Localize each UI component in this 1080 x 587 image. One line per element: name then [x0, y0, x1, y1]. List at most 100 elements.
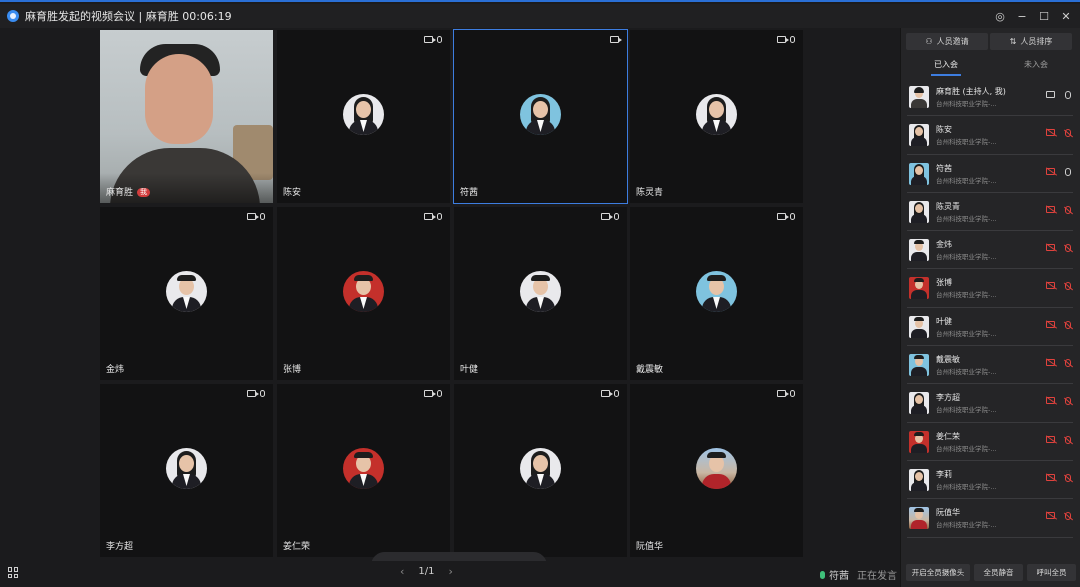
list-item[interactable]: 符茜 台州科技职业学院-... — [907, 155, 1073, 193]
tile-status-icons — [610, 36, 622, 43]
camera-off-icon[interactable] — [1046, 435, 1055, 443]
list-item[interactable]: 叶健 台州科技职业学院-... — [907, 308, 1073, 347]
tile-status-icons — [777, 36, 795, 43]
camera-icon — [777, 36, 789, 43]
enable-all-cameras-button[interactable]: 开启全员摄像头 — [906, 564, 970, 581]
microphone-icon — [437, 213, 442, 220]
member-name: 阮值华 — [936, 508, 960, 518]
camera-off-icon[interactable] — [1046, 244, 1055, 252]
member-name: 符茜 — [936, 163, 952, 173]
list-item[interactable]: 戴震敏 台州科技职业学院-... — [907, 346, 1073, 385]
member-org: 台州科技职业学院-... — [936, 406, 997, 415]
list-item[interactable]: 李莉 台州科技职业学院-... — [907, 461, 1073, 500]
member-name: 张博 — [936, 278, 952, 288]
speaking-indicator: 符茜 正在发言 — [820, 567, 897, 582]
video-tile[interactable]: 金炜 — [100, 207, 273, 380]
camera-off-icon[interactable] — [1046, 205, 1055, 213]
member-org: 台州科技职业学院-... — [936, 482, 997, 491]
microphone-icon — [437, 390, 442, 397]
microphone-off-icon[interactable] — [1065, 205, 1071, 214]
mute-all-button[interactable]: 全员静音 — [974, 564, 1023, 581]
camera-off-icon[interactable] — [1046, 167, 1055, 175]
video-tile-active[interactable]: 符茜 — [453, 29, 628, 204]
next-page-icon[interactable]: › — [449, 565, 453, 578]
window-title: 麻育胜发起的视频会议 | 麻育胜 00:06:19 — [25, 10, 232, 23]
member-org: 台州科技职业学院-... — [936, 291, 997, 300]
microphone-off-icon[interactable] — [1065, 473, 1071, 482]
camera-icon — [601, 213, 613, 220]
microphone-off-icon[interactable] — [1065, 244, 1071, 253]
camera-off-icon[interactable] — [1046, 512, 1055, 520]
list-item[interactable]: 姜仁荣 台州科技职业学院-... — [907, 423, 1073, 461]
list-item[interactable]: 阮值华 台州科技职业学院-... — [907, 499, 1073, 538]
participant-tabs: 已入会 未入会 — [901, 58, 1080, 76]
tile-name: 陈安 — [283, 188, 302, 198]
video-tile[interactable]: 姜仁荣 — [277, 384, 450, 557]
microphone-off-icon[interactable] — [1065, 282, 1071, 291]
video-tile[interactable]: 麻育胜我 — [100, 30, 273, 203]
video-tile[interactable]: 戴震敏 — [630, 207, 803, 380]
video-tile[interactable]: 陈灵青 — [630, 30, 803, 203]
avatar — [166, 271, 207, 312]
microphone-off-icon[interactable] — [1065, 129, 1071, 138]
camera-off-icon[interactable] — [1046, 320, 1055, 328]
avatar — [909, 277, 929, 300]
close-icon[interactable]: ✕ — [1056, 6, 1076, 26]
list-item[interactable]: 陈安 台州科技职业学院-... — [907, 116, 1073, 155]
avatar — [909, 430, 929, 453]
camera-icon[interactable] — [1046, 91, 1055, 98]
microphone-off-icon[interactable] — [1065, 512, 1071, 521]
microphone-icon — [614, 213, 619, 220]
member-name: 麻育胜 (主持人, 我) — [936, 87, 1006, 96]
member-org: 台州科技职业学院-... — [936, 444, 997, 453]
avatar — [520, 271, 561, 312]
list-item[interactable]: 麻育胜 (主持人, 我) 台州科技职业学院-... — [907, 78, 1073, 117]
microphone-off-icon[interactable] — [1065, 435, 1071, 444]
video-tile[interactable]: 张博 — [277, 207, 450, 380]
minimize-icon[interactable]: − — [1012, 6, 1032, 26]
camera-off-icon[interactable] — [1046, 397, 1055, 405]
maximize-icon[interactable]: ☐ — [1034, 6, 1054, 26]
camera-icon — [247, 390, 259, 397]
video-tile[interactable]: 叶健 — [454, 207, 627, 380]
microphone-icon[interactable] — [1065, 91, 1071, 99]
camera-off-icon[interactable] — [1046, 282, 1055, 290]
speaking-mic-icon — [820, 570, 825, 579]
grid-layout-icon[interactable] — [8, 567, 19, 578]
tab-not-joined[interactable]: 未入会 — [991, 58, 1080, 76]
microphone-off-icon[interactable] — [1065, 359, 1071, 368]
invite-button[interactable]: ⚇ 人员邀请 — [906, 33, 988, 50]
window-controls: ◎ − ☐ ✕ — [988, 4, 1076, 28]
invite-label: 人员邀请 — [936, 37, 969, 46]
member-name: 戴震敏 — [936, 355, 960, 365]
list-item[interactable]: 陈灵青 台州科技职业学院-... — [907, 193, 1073, 232]
tile-name: 麻育胜我 — [106, 185, 151, 198]
microphone-off-icon[interactable] — [1065, 397, 1071, 406]
camera-icon — [601, 390, 613, 397]
sort-button[interactable]: ⇅ 人员排序 — [990, 33, 1072, 50]
avatar — [909, 162, 929, 185]
tile-name: 戴震敏 — [636, 365, 664, 375]
microphone-icon — [790, 213, 795, 220]
list-item[interactable]: 金炜 台州科技职业学院-... — [907, 231, 1073, 270]
video-tile[interactable]: 李方超 — [100, 384, 273, 557]
target-icon[interactable]: ◎ — [990, 6, 1010, 26]
video-tile[interactable] — [454, 384, 627, 557]
list-item[interactable]: 张博 台州科技职业学院-... — [907, 269, 1073, 308]
tab-joined[interactable]: 已入会 — [901, 58, 991, 76]
avatar — [520, 448, 561, 489]
camera-off-icon[interactable] — [1046, 359, 1055, 367]
camera-off-icon[interactable] — [1046, 129, 1055, 137]
camera-off-icon[interactable] — [1046, 473, 1055, 481]
video-tile[interactable]: 阮值华 — [630, 384, 803, 557]
member-name: 金炜 — [936, 240, 952, 250]
microphone-icon[interactable] — [1065, 167, 1071, 176]
tile-status-icons — [424, 213, 442, 220]
microphone-off-icon[interactable] — [1065, 320, 1071, 329]
prev-page-icon[interactable]: ‹ — [400, 565, 404, 578]
call-all-button[interactable]: 呼叫全员 — [1027, 564, 1076, 581]
list-item[interactable]: 李方超 台州科技职业学院-... — [907, 384, 1073, 423]
video-tile[interactable]: 陈安 — [277, 30, 450, 203]
avatar — [909, 354, 929, 377]
avatar — [696, 271, 737, 312]
